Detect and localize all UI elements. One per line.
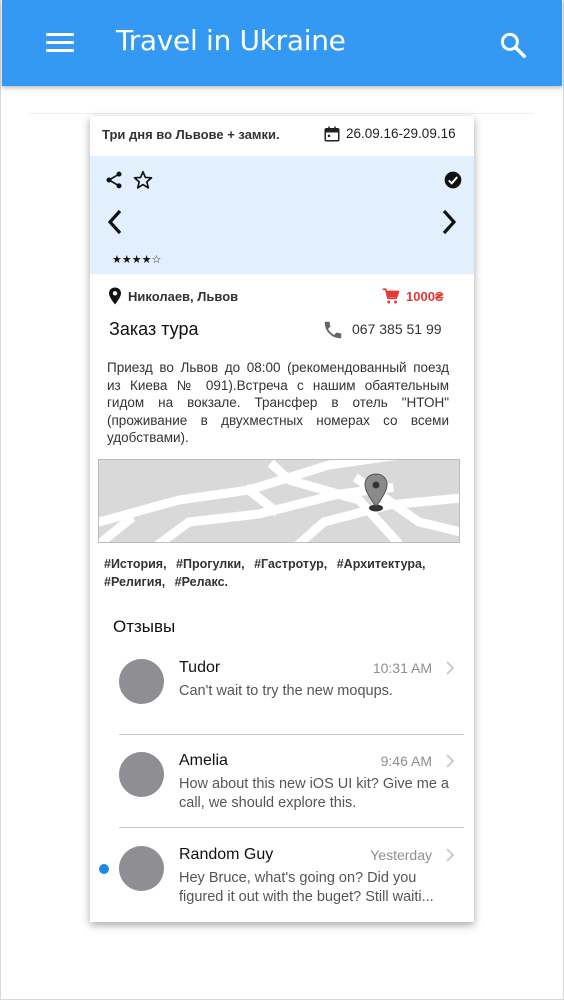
tour-description: Приезд во Львов до 08:00 (рекомендованны…	[107, 360, 449, 445]
unread-indicator	[99, 864, 109, 874]
tour-dates: 26.09.16-29.09.16	[346, 126, 456, 141]
chevron-right-icon	[446, 754, 455, 768]
review-time: 9:46 AM	[380, 753, 432, 769]
tour-location: Николаев, Львов	[128, 289, 239, 304]
review-time: Yesterday	[370, 847, 432, 863]
chevron-right-icon[interactable]	[440, 208, 458, 236]
review-message: How about this new iOS UI kit? Give me a…	[179, 776, 449, 811]
location-pin-icon	[109, 287, 121, 305]
photo-gallery[interactable]: ★★★★☆	[90, 156, 474, 274]
phone-icon[interactable]	[322, 319, 344, 341]
check-circle-icon[interactable]	[443, 170, 463, 190]
chevron-right-icon	[446, 848, 455, 862]
tour-tags[interactable]: #История, #Прогулки, #Гастротур, #Архите…	[104, 555, 446, 591]
tour-card: Три дня во Львове + замки. 26.09.16-29.0…	[90, 116, 474, 922]
app-bar: Travel in Ukraine	[2, 0, 562, 86]
avatar	[119, 659, 164, 704]
calendar-icon	[324, 126, 340, 142]
tour-title: Три дня во Львове + замки.	[102, 127, 280, 142]
review-message: Hey Bruce, what's going on? Did you figu…	[179, 870, 434, 905]
review-message: Can't wait to try the new moqups.	[179, 683, 393, 699]
cart-icon[interactable]	[382, 287, 400, 305]
tour-phone[interactable]: 067 385 51 99	[352, 321, 442, 337]
review-item[interactable]: Random Guy Yesterday Hey Bruce, what's g…	[90, 846, 474, 922]
menu-icon[interactable]	[44, 31, 76, 55]
tour-header: Три дня во Львове + замки. 26.09.16-29.0…	[90, 116, 474, 156]
share-icon[interactable]	[104, 170, 124, 190]
chevron-right-icon	[446, 661, 455, 675]
avatar	[119, 846, 164, 891]
tour-price: 1000₴	[406, 289, 444, 304]
review-divider	[119, 734, 464, 735]
review-author: Amelia	[179, 752, 228, 769]
avatar	[119, 752, 164, 797]
review-author: Tudor	[179, 659, 221, 676]
reviews-title: Отзывы	[113, 617, 176, 636]
app-title: Travel in Ukraine	[116, 24, 346, 57]
search-icon[interactable]	[498, 30, 528, 60]
review-author: Random Guy	[179, 846, 274, 863]
star-rating: ★★★★☆	[112, 254, 162, 266]
route-map[interactable]	[98, 459, 460, 543]
review-divider	[119, 827, 464, 828]
top-divider	[30, 113, 534, 114]
review-time: 10:31 AM	[372, 660, 432, 676]
star-outline-icon[interactable]	[132, 169, 154, 191]
map-illustration	[99, 460, 459, 542]
order-tour-title[interactable]: Заказ тура	[109, 319, 198, 340]
review-item[interactable]: Amelia 9:46 AM How about this new iOS UI…	[90, 752, 474, 846]
review-item[interactable]: Tudor 10:31 AM Can't wait to try the new…	[90, 659, 474, 753]
chevron-left-icon[interactable]	[106, 208, 124, 236]
